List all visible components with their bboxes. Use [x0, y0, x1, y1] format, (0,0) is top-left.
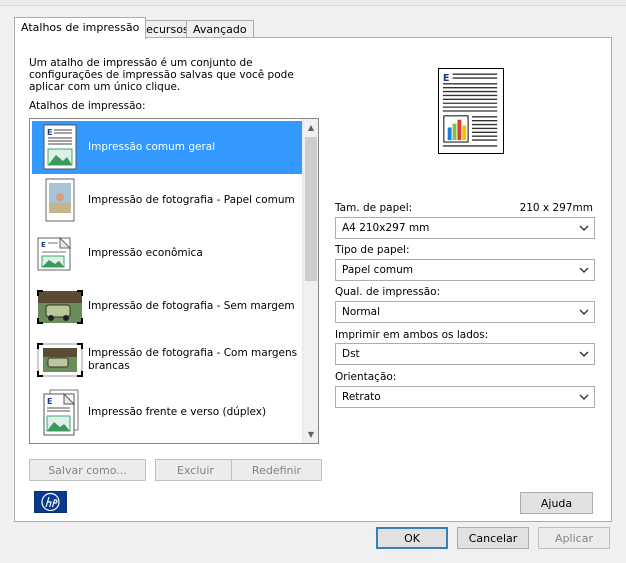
duplex-value: Dst [342, 348, 360, 360]
paper-size-select[interactable]: A4 210x297 mm [335, 217, 595, 239]
duplex-document-icon: E [43, 389, 79, 436]
ok-button[interactable]: OK [376, 527, 448, 549]
list-item[interactable]: Impressão de fotografia - Papel comum [32, 174, 302, 227]
chevron-down-icon [579, 351, 589, 357]
paper-size-value: A4 210x297 mm [342, 222, 430, 234]
save-as-button[interactable]: Salvar como... [29, 459, 146, 481]
list-item-label: Impressão de fotografia - Sem margem [88, 300, 295, 312]
print-quality-select[interactable]: Normal [335, 301, 595, 323]
list-item[interactable]: E Impressão econômica [32, 227, 302, 280]
delete-button[interactable]: Excluir [155, 459, 236, 481]
chevron-down-icon [579, 309, 589, 315]
tab-panel: Um atalho de impressão é um conjunto de … [14, 37, 612, 522]
chevron-down-icon [579, 225, 589, 231]
svg-text:E: E [47, 397, 52, 406]
print-preview-icon: E [438, 68, 504, 154]
orientation-select[interactable]: Retrato [335, 386, 595, 408]
white-borders-photo-icon [37, 343, 83, 377]
svg-text:E: E [41, 241, 46, 249]
list-item-label: Impressão de fotografia - Com margens br… [88, 346, 298, 372]
economy-document-icon: E [37, 236, 72, 271]
scroll-up-icon[interactable]: ▲ [303, 119, 318, 136]
paper-type-label: Tipo de papel: [335, 244, 410, 256]
shortcuts-list[interactable]: E Impressão comum geral Impressão de fot… [29, 118, 319, 444]
paper-size-label: Tam. de papel: [335, 202, 413, 214]
scrollbar-thumb[interactable] [305, 137, 317, 281]
cancel-button[interactable]: Cancelar [457, 527, 529, 549]
scroll-down-icon[interactable]: ▼ [303, 426, 318, 443]
duplex-select[interactable]: Dst [335, 343, 595, 365]
borderless-photo-icon [37, 290, 83, 324]
list-item[interactable]: Impressão de fotografia - Sem margem [32, 280, 302, 333]
photo-plain-paper-icon [45, 178, 75, 222]
chevron-down-icon [579, 267, 589, 273]
duplex-label: Imprimir em ambos os lados: [335, 329, 489, 341]
tab-avancado[interactable]: Avançado [186, 20, 254, 38]
print-quality-label: Qual. de impressão: [335, 286, 441, 298]
paper-type-select[interactable]: Papel comum [335, 259, 595, 281]
list-item[interactable]: E Impressão frente e verso (dúplex) [32, 386, 302, 439]
chevron-down-icon [579, 394, 589, 400]
reset-button[interactable]: Redefinir [231, 459, 322, 481]
orientation-label: Orientação: [335, 371, 397, 383]
list-item[interactable]: E Impressão comum geral [32, 121, 302, 174]
shortcuts-list-label: Atalhos de impressão: [29, 100, 146, 112]
orientation-value: Retrato [342, 391, 381, 403]
list-item-label: Impressão de fotografia - Papel comum [88, 194, 295, 206]
shortcuts-description: Um atalho de impressão é um conjunto de … [29, 57, 294, 93]
paper-size-dims: 210 x 297mm [519, 202, 593, 214]
svg-text:E: E [443, 73, 450, 84]
print-quality-value: Normal [342, 306, 380, 318]
list-scrollbar[interactable]: ▲ ▼ [302, 119, 318, 443]
title-bar [0, 0, 626, 6]
apply-button[interactable]: Aplicar [538, 527, 610, 549]
tab-atalhos[interactable]: Atalhos de impressão [14, 17, 147, 39]
svg-text:E: E [47, 128, 52, 137]
paper-type-value: Papel comum [342, 264, 413, 276]
list-item-label: Impressão comum geral [88, 141, 216, 153]
help-button[interactable]: Ajuda [520, 492, 593, 514]
list-item[interactable]: Impressão de fotografia - Com margens br… [32, 333, 302, 386]
document-icon: E [43, 124, 77, 170]
list-item-label: Impressão frente e verso (dúplex) [88, 406, 267, 418]
hp-logo-icon [34, 491, 67, 513]
list-item-label: Impressão econômica [88, 247, 203, 259]
